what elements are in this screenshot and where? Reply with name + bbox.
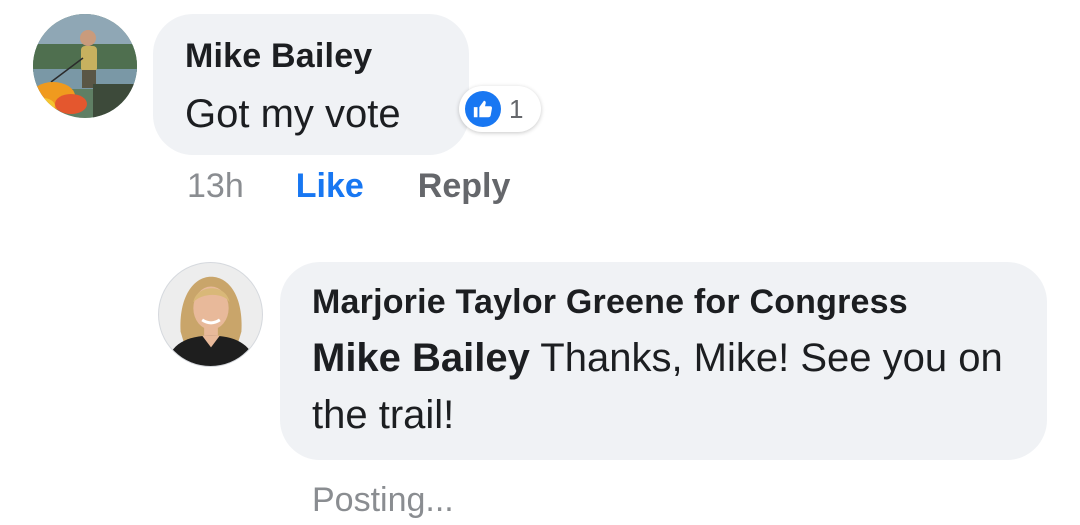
comment-text: Got my vote bbox=[185, 92, 401, 136]
replier-avatar[interactable] bbox=[158, 262, 263, 367]
reply-text-container: Mike Bailey Thanks, Mike! See you on the… bbox=[312, 330, 1017, 444]
reaction-count: 1 bbox=[509, 93, 524, 124]
thumbs-up-icon bbox=[465, 91, 501, 127]
posting-status: Posting... bbox=[312, 481, 454, 519]
comment-timestamp[interactable]: 13h bbox=[187, 164, 244, 208]
comment-author[interactable]: Mike Bailey bbox=[185, 34, 469, 78]
reply-mention[interactable]: Mike Bailey bbox=[312, 336, 530, 380]
commenter-avatar[interactable] bbox=[33, 14, 137, 118]
reply-button[interactable]: Reply bbox=[418, 164, 511, 208]
commenter-photo bbox=[33, 14, 137, 118]
reply-bubble: Marjorie Taylor Greene for Congress Mike… bbox=[280, 262, 1047, 460]
reaction-summary[interactable]: 1 bbox=[459, 86, 541, 132]
comment-actions: 13h Like Reply bbox=[187, 164, 510, 208]
comment-bubble: Mike Bailey Got my vote bbox=[153, 14, 469, 155]
replier-photo bbox=[159, 263, 262, 366]
reply-author[interactable]: Marjorie Taylor Greene for Congress bbox=[312, 280, 1017, 324]
like-button[interactable]: Like bbox=[296, 164, 364, 208]
